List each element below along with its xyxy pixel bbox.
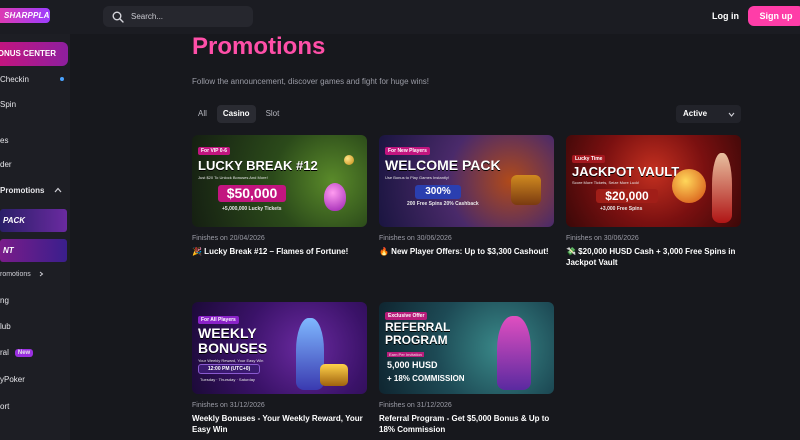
tab-all[interactable]: All — [192, 105, 213, 123]
sidebar-promo-banner-event[interactable]: NT — [0, 239, 67, 262]
sidebar-item-spin[interactable]: Spin — [0, 100, 16, 109]
promo-end-date: Finishes on 31/12/2026 — [192, 402, 265, 409]
promo-title[interactable]: 🔥 New Player Offers: Up to $3,300 Cashou… — [379, 246, 554, 257]
promo-image-value: 5,000 HUSD — [387, 360, 438, 370]
notification-dot — [60, 77, 64, 81]
promo-title[interactable]: Weekly Bonuses - Your Weekly Reward, You… — [192, 413, 367, 435]
top-bar: SHARPPLAY Log in Sign up — [0, 0, 800, 34]
promo-tag: Lucky Time — [572, 155, 606, 163]
status-filter-value: Active — [683, 109, 708, 118]
treasure-chest-art — [320, 364, 348, 386]
status-filter-dropdown[interactable]: Active — [676, 105, 741, 123]
sidebar-item-bonus-center[interactable]: BONUS CENTER — [0, 42, 68, 66]
promo-image-value: $50,000 — [218, 185, 286, 202]
promo-title[interactable]: 💸 $20,000 HUSD Cash + 3,000 Free Spins i… — [566, 246, 741, 268]
promo-card[interactable]: For New Players WELCOME PACK Use Bonus t… — [379, 135, 554, 257]
sidebar-item-checkin[interactable]: Checkin — [0, 75, 29, 84]
page-title: Promotions — [192, 33, 326, 60]
promo-image-title: WELCOME PACK — [385, 157, 501, 173]
promo-card[interactable]: Exclusive Offer REFERRAL PROGRAM Earn Pe… — [379, 302, 554, 435]
promo-image-extra: +3,000 Free Spins — [600, 206, 643, 212]
promo-end-date: Finishes on 20/04/2026 — [192, 235, 265, 242]
promo-card[interactable]: For All Players WEEKLY BONUSES Your Week… — [192, 302, 367, 435]
promo-image-extra: + 18% COMMISSION — [387, 374, 465, 383]
character-art — [497, 316, 531, 390]
search-input[interactable] — [131, 12, 241, 21]
promo-title[interactable]: Referral Program - Get $5,000 Bonus & Up… — [379, 413, 554, 435]
search-box[interactable] — [103, 6, 253, 27]
lottery-ball-art — [672, 169, 706, 203]
tab-slot[interactable]: Slot — [260, 105, 286, 123]
sidebar-promo-banner-welcome[interactable]: PACK — [0, 209, 67, 232]
page-subtitle: Follow the announcement, discover games … — [192, 77, 430, 86]
category-tabs: All Casino Slot — [192, 105, 285, 123]
promo-tag: For VIP 0-6 — [198, 147, 231, 155]
promo-image-extra: 200 Free Spins 20% Cashback — [407, 201, 479, 207]
site-logo[interactable]: SHARPPLAY — [0, 8, 50, 23]
signup-button[interactable]: Sign up — [748, 6, 800, 26]
promo-image-title: LUCKY BREAK #12 — [198, 158, 318, 173]
promo-image-title: REFERRAL PROGRAM — [385, 320, 451, 347]
new-badge: New — [14, 348, 34, 357]
sidebar-item-referral-label: ral — [0, 348, 9, 357]
promo-image-extra: +5,000,000 Lucky Tickets — [222, 206, 282, 212]
sidebar-item-sport[interactable]: ort — [0, 402, 9, 411]
promo-card-image[interactable]: For New Players WELCOME PACK Use Bonus t… — [379, 135, 554, 227]
promo-card[interactable]: Lucky Time JACKPOT VAULT Score More Tick… — [566, 135, 741, 268]
character-art — [712, 153, 732, 223]
promo-card-image[interactable]: Lucky Time JACKPOT VAULT Score More Tick… — [566, 135, 741, 227]
promo-tag: Exclusive Offer — [385, 312, 428, 320]
promo-image-value: 300% — [415, 185, 461, 199]
login-button[interactable]: Log in — [712, 11, 739, 21]
promo-image-subtitle: Earn Per Invitation — [387, 352, 424, 357]
promo-image-value: $20,000 — [596, 189, 658, 203]
sidebar-item-promotions[interactable]: Promotions — [0, 186, 44, 195]
promo-image-subtitle: Score More Tickets, Seize More Luck! — [572, 180, 640, 185]
promo-image-value: 12:00 PM (UTC+0) — [198, 364, 260, 374]
promo-end-date: Finishes on 31/12/2026 — [379, 402, 452, 409]
chevron-right-icon — [39, 271, 43, 277]
sidebar: BONUS CENTER Checkin Spin es der Promoti… — [0, 34, 70, 440]
promo-title[interactable]: 🎉 Lucky Break #12 – Flames of Fortune! — [192, 246, 367, 257]
sidebar-item-club[interactable]: lub — [0, 322, 11, 331]
promo-image-subtitle: Just $20 To Unlock Bonuses And More! — [198, 175, 268, 180]
search-icon — [112, 11, 124, 23]
sidebar-item-es[interactable]: es — [0, 136, 8, 145]
sidebar-item-der[interactable]: der — [0, 160, 12, 169]
promo-image-title: JACKPOT VAULT — [572, 164, 680, 179]
promo-end-date: Finishes on 30/06/2026 — [566, 235, 639, 242]
tab-casino[interactable]: Casino — [216, 105, 256, 123]
promo-card-image[interactable]: For All Players WEEKLY BONUSES Your Week… — [192, 302, 367, 394]
promo-image-subtitle: Your Weekly Reward, Your Easy Win — [198, 358, 264, 363]
sidebar-all-promotions-label: romotions — [0, 271, 31, 278]
sidebar-item-poker[interactable]: yPoker — [0, 375, 25, 384]
promo-image-title: WEEKLY BONUSES — [198, 325, 268, 356]
treasure-chest-art — [511, 175, 541, 205]
promo-card[interactable]: For VIP 0-6 LUCKY BREAK #12 Just $20 To … — [192, 135, 367, 257]
sidebar-all-promotions-link[interactable]: romotions — [0, 271, 44, 278]
promo-card-image[interactable]: For VIP 0-6 LUCKY BREAK #12 Just $20 To … — [192, 135, 367, 227]
promo-end-date: Finishes on 30/06/2026 — [379, 235, 452, 242]
promo-image-subtitle: Use Bonus to Play Games Instantly! — [385, 175, 450, 180]
sidebar-item-referral[interactable]: ral New — [0, 348, 34, 357]
promo-card-image[interactable]: Exclusive Offer REFERRAL PROGRAM Earn Pe… — [379, 302, 554, 394]
chevron-down-icon — [728, 112, 735, 117]
promo-image-extra: Tuesday · Thursday · Saturday — [200, 377, 255, 382]
sidebar-item-ng[interactable]: ng — [0, 296, 9, 305]
promo-tag: For All Players — [198, 316, 239, 324]
egg-gem-art — [324, 183, 346, 211]
promo-tag: For New Players — [385, 147, 430, 155]
chevron-up-icon[interactable] — [54, 186, 62, 194]
coin-art — [344, 155, 354, 165]
